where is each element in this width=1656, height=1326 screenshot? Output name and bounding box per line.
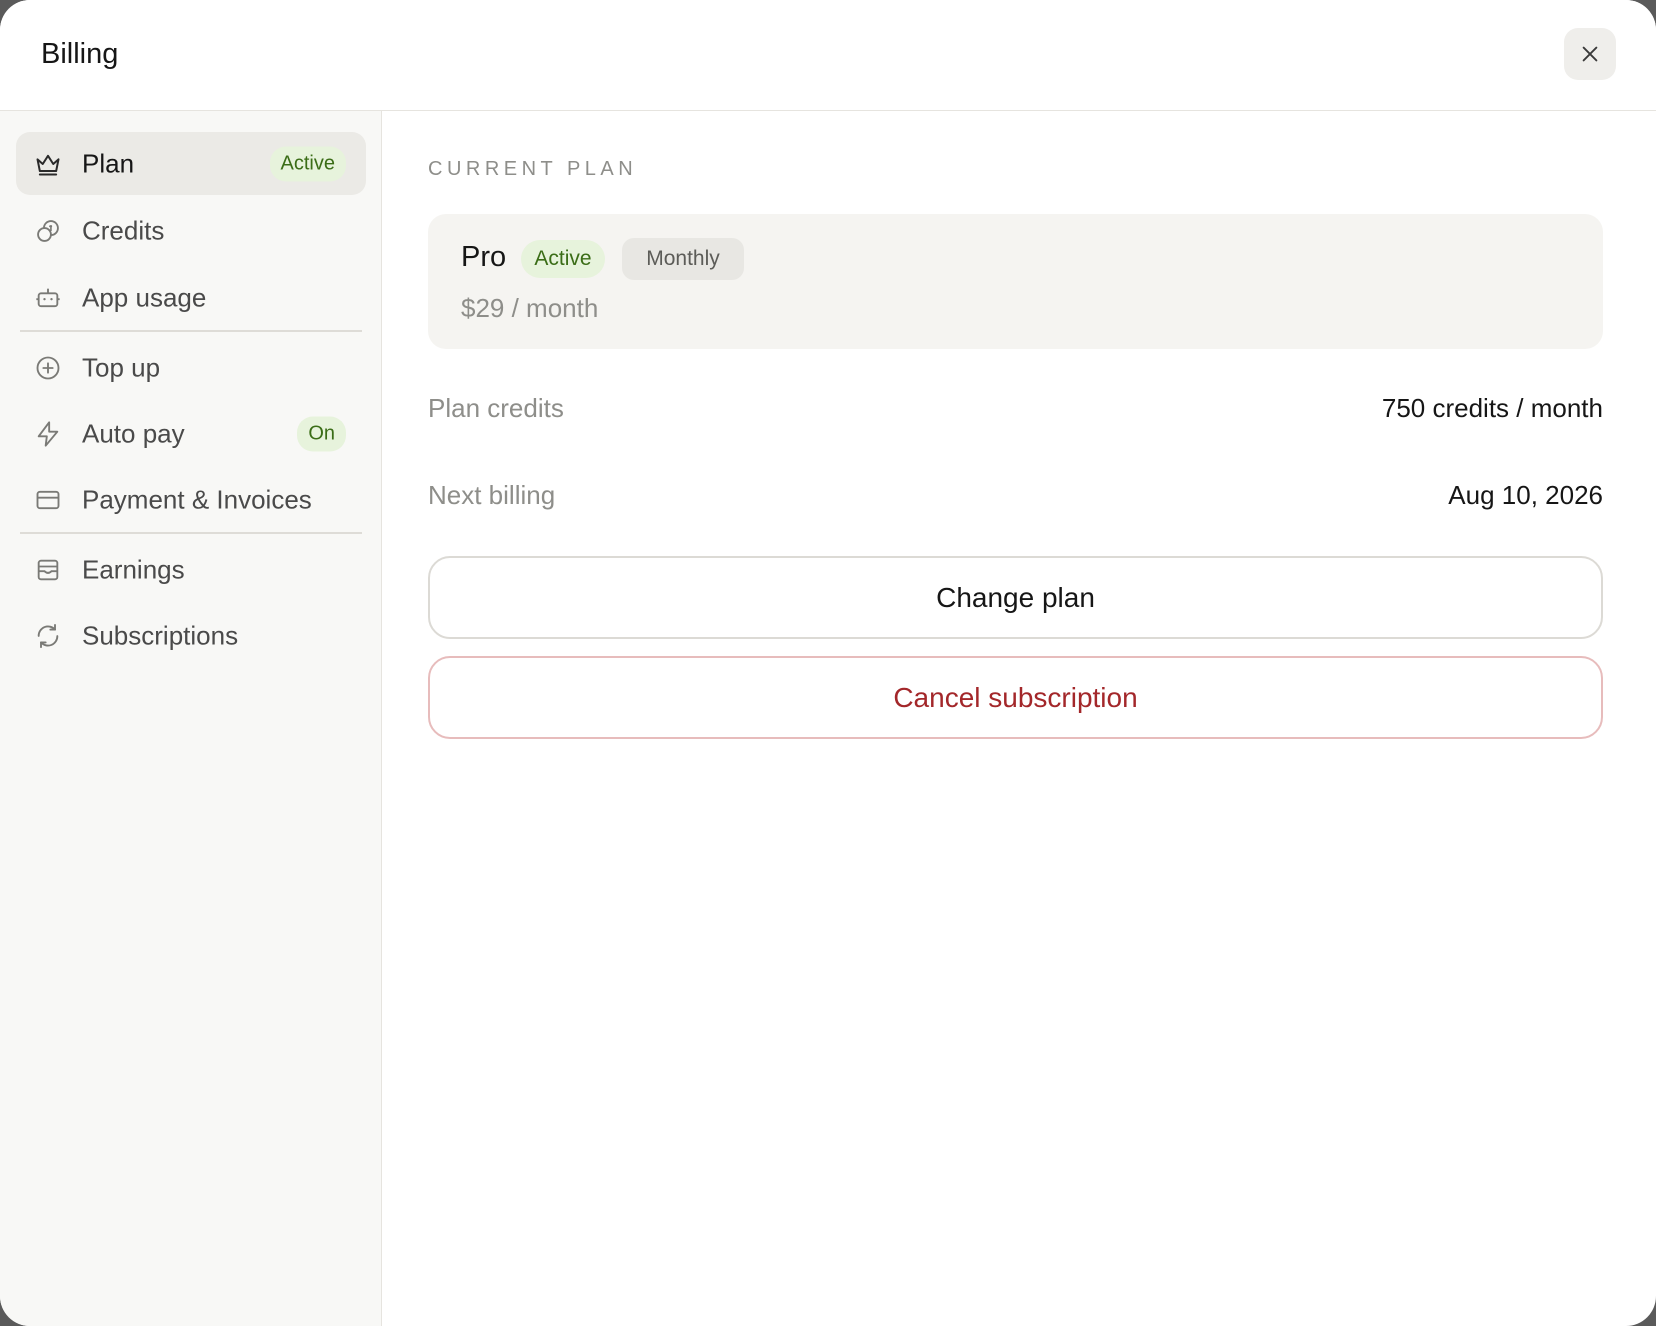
sidebar-item-label: Subscriptions (82, 620, 239, 650)
billing-modal: Billing Plan Active Credits App usage To… (0, 0, 1656, 1326)
detail-value: Aug 10, 2026 (1448, 480, 1603, 510)
crown-icon (34, 150, 62, 178)
sidebar-divider (20, 532, 362, 534)
lightning-icon (34, 420, 62, 448)
sidebar-item-plan[interactable]: Plan Active (16, 132, 366, 195)
plan-status-badge: Active (521, 240, 605, 278)
plan-credits-row: Plan credits 750 credits / month (428, 393, 1603, 433)
sidebar-item-label: Plan (82, 148, 135, 178)
next-billing-row: Next billing Aug 10, 2026 (428, 480, 1603, 520)
plan-name: Pro (461, 241, 507, 273)
inbox-icon (34, 556, 62, 584)
coins-icon (34, 217, 62, 245)
sidebar-item-payment-invoices[interactable]: Payment & Invoices (16, 468, 366, 531)
sidebar-item-top-up[interactable]: Top up (16, 336, 366, 399)
sidebar-item-label: Credits (82, 215, 165, 245)
bot-icon (34, 284, 62, 312)
change-plan-button[interactable]: Change plan (428, 556, 1603, 639)
sidebar-item-auto-pay[interactable]: Auto pay On (16, 402, 366, 465)
sidebar-item-label: Auto pay (82, 418, 185, 448)
close-button[interactable] (1564, 28, 1616, 80)
plus-circle-icon (34, 354, 62, 382)
sidebar-item-label: Payment & Invoices (82, 484, 312, 514)
detail-value: 750 credits / month (1381, 393, 1603, 423)
sidebar: Plan Active Credits App usage Top up Aut… (0, 111, 382, 1326)
status-badge: Active (269, 146, 346, 181)
main-content: CURRENT PLAN Pro Active Monthly $29 / mo… (383, 111, 1656, 1326)
sidebar-item-label: App usage (82, 282, 207, 312)
modal-header: Billing (0, 0, 1656, 111)
close-icon (1582, 46, 1598, 62)
detail-label: Plan credits (428, 393, 564, 423)
cancel-subscription-button[interactable]: Cancel subscription (428, 656, 1603, 739)
sidebar-item-app-usage[interactable]: App usage (16, 266, 366, 329)
sidebar-item-subscriptions[interactable]: Subscriptions (16, 604, 366, 667)
sidebar-item-label: Top up (82, 352, 161, 382)
detail-label: Next billing (428, 480, 556, 510)
section-label: CURRENT PLAN (428, 158, 638, 180)
plan-price: $29 / month (461, 293, 599, 323)
sidebar-item-label: Earnings (82, 554, 185, 584)
billing-interval-badge: Monthly (622, 238, 744, 280)
status-badge: On (297, 416, 346, 451)
plan-card: Pro Active Monthly $29 / month (428, 214, 1603, 349)
refresh-icon (34, 622, 62, 650)
credit-card-icon (34, 486, 62, 514)
sidebar-item-earnings[interactable]: Earnings (16, 538, 366, 601)
sidebar-item-credits[interactable]: Credits (16, 199, 366, 262)
modal-title: Billing (41, 38, 119, 70)
sidebar-divider (20, 330, 362, 332)
